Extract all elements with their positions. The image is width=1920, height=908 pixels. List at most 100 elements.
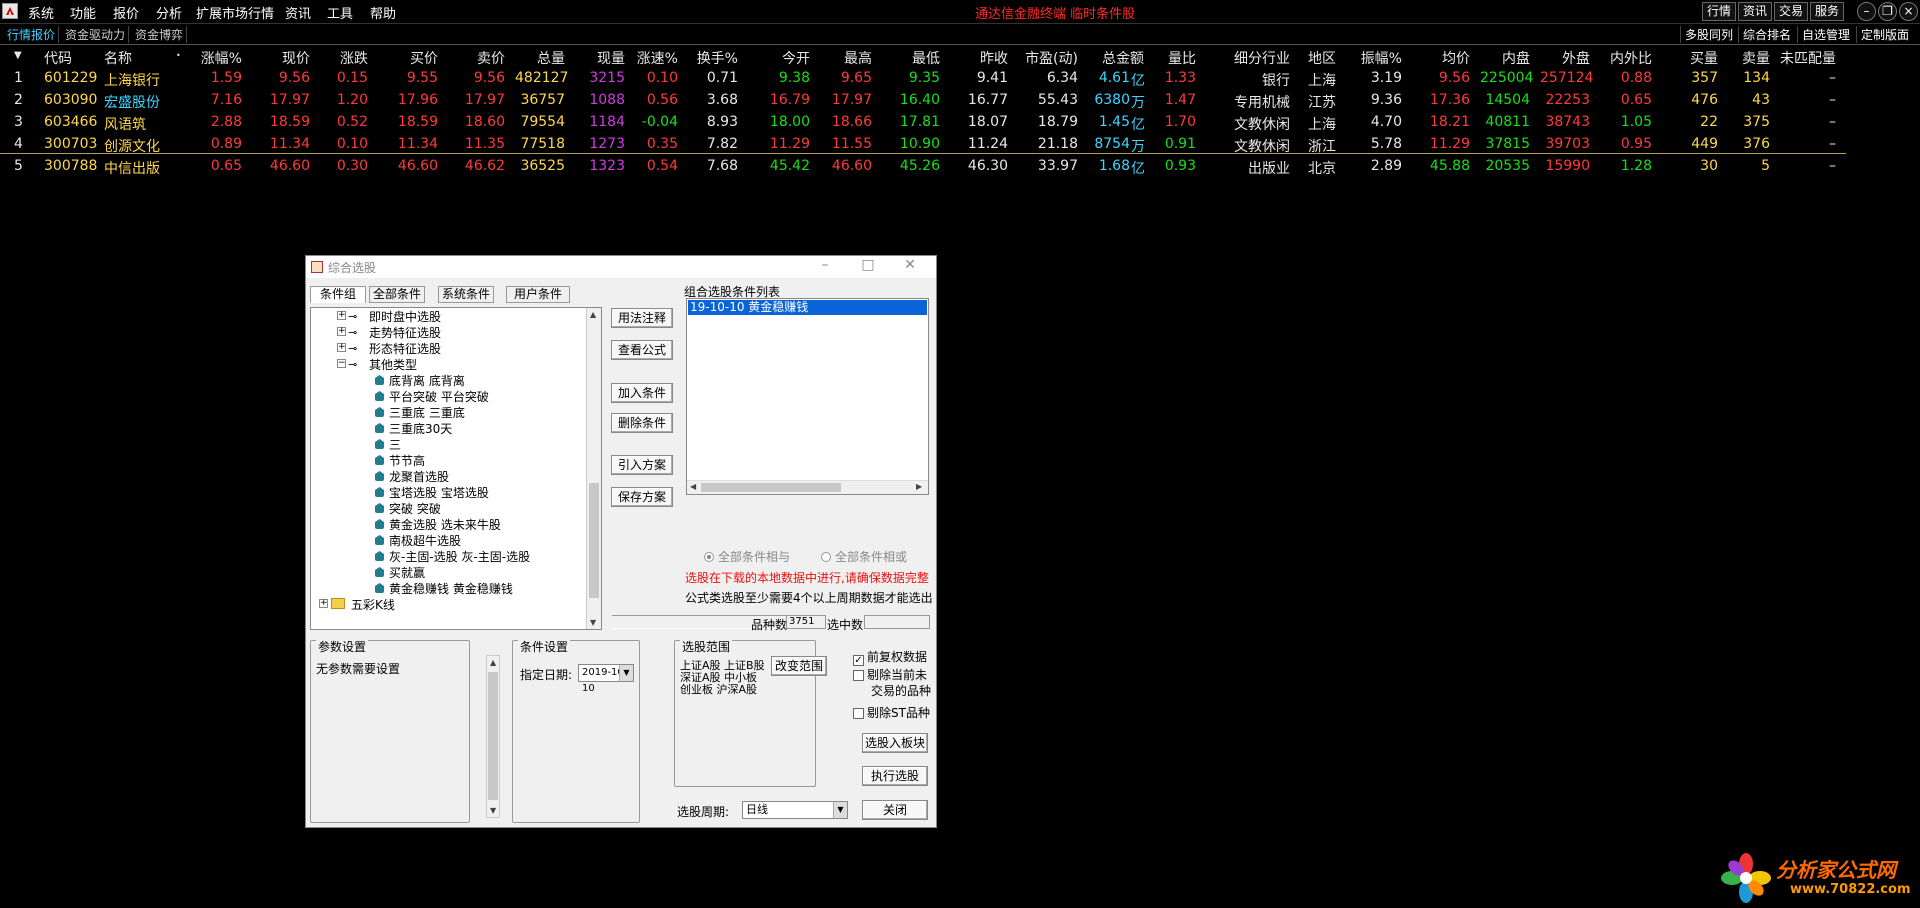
col-header[interactable]: 市盈(动) xyxy=(1010,48,1078,68)
col-header[interactable]: 代码 xyxy=(44,48,72,68)
col-header[interactable]: 总金额 xyxy=(1088,48,1144,68)
tab-watchlist[interactable]: 自选管理 xyxy=(1797,26,1854,43)
menu-quote[interactable]: 报价 xyxy=(113,3,139,22)
exclude-untraded-checkbox[interactable]: 剔除当前未 xyxy=(853,669,927,682)
scroll-down-icon[interactable]: ▼ xyxy=(490,806,496,815)
col-header[interactable]: 内盘 xyxy=(1480,48,1530,68)
tree-group[interactable]: + ⊸ 即时盘中选股 xyxy=(311,308,585,324)
scroll-right-icon[interactable]: ▶ xyxy=(916,482,922,491)
col-header[interactable]: 未匹配量 xyxy=(1780,48,1836,68)
col-header[interactable]: 昨收 xyxy=(958,48,1008,68)
col-header[interactable]: 涨速% xyxy=(620,48,678,68)
service-button[interactable]: 服务 xyxy=(1810,2,1844,21)
tab-custom-layout[interactable]: 定制版面 xyxy=(1856,26,1913,43)
scroll-thumb[interactable] xyxy=(589,483,599,598)
tab-capital-game[interactable]: 资金博弈 xyxy=(132,26,188,43)
table-row[interactable]: 2 603090 宏盛股份 7.16 17.97 1.20 17.96 17.97 36757 1… xyxy=(0,89,1846,111)
tree-leaf[interactable]: 宝塔选股 宝塔选股 xyxy=(311,484,585,500)
trade-button[interactable]: 交易 xyxy=(1774,2,1808,21)
tree-leaf[interactable]: 三重底30天 xyxy=(311,420,585,436)
expand-icon[interactable]: + xyxy=(337,343,346,352)
prefq-checkbox[interactable]: ✓ 前复权数据 xyxy=(853,648,927,666)
collapse-icon[interactable]: − xyxy=(337,359,346,368)
expand-icon[interactable]: + xyxy=(337,327,346,336)
col-header[interactable]: 今开 xyxy=(760,48,810,68)
tree-leaf[interactable]: 龙聚首选股 xyxy=(311,468,585,484)
table-row[interactable]: 3 603466 风语筑 2.88 18.59 0.52 18.59 18.60 79554 11… xyxy=(0,111,1846,133)
dialog-titlebar[interactable]: 综合选股 – □ ✕ xyxy=(306,256,936,278)
tree-group[interactable]: + ⊸ 形态特征选股 xyxy=(311,340,585,356)
chevron-down-icon[interactable]: ▼ xyxy=(833,802,847,818)
tree-leaf[interactable]: 三 xyxy=(311,436,585,452)
col-header[interactable]: 最高 xyxy=(822,48,872,68)
col-header[interactable]: 外盘 xyxy=(1540,48,1590,68)
col-header[interactable]: 最低 xyxy=(890,48,940,68)
col-header[interactable]: 现量 xyxy=(575,48,625,68)
usage-notes-button[interactable]: 用法注释 xyxy=(611,308,673,328)
exclude-st-checkbox[interactable]: 剔除ST品种 xyxy=(853,704,930,721)
delete-condition-button[interactable]: 删除条件 xyxy=(611,413,673,433)
col-header[interactable]: 均价 xyxy=(1420,48,1470,68)
expand-icon[interactable]: + xyxy=(319,599,328,608)
col-header[interactable]: 振幅% xyxy=(1350,48,1402,68)
col-header[interactable]: 地区 xyxy=(1308,48,1336,68)
scroll-thumb[interactable] xyxy=(488,672,498,800)
menu-function[interactable]: 功能 xyxy=(70,3,96,22)
change-range-button[interactable]: 改变范围 xyxy=(771,656,827,676)
scroll-up-icon[interactable]: ▲ xyxy=(490,658,496,667)
col-header[interactable]: 买价 xyxy=(388,48,438,68)
scroll-down-icon[interactable]: ▼ xyxy=(590,618,596,627)
tab-multi-stock[interactable]: 多股同列 xyxy=(1680,26,1737,43)
param-scrollbar[interactable]: ▲ ▼ xyxy=(486,655,500,818)
execute-screen-button[interactable]: 执行选股 xyxy=(862,766,928,786)
maximize-icon[interactable]: □ xyxy=(858,257,878,277)
menu-help[interactable]: 帮助 xyxy=(370,3,396,22)
minimize-icon[interactable]: – xyxy=(815,257,835,277)
table-row[interactable]: 4 300703 创源文化 0.89 11.34 0.10 11.34 11.35 77518 1… xyxy=(0,133,1846,155)
chevron-down-icon[interactable]: ▼ xyxy=(619,665,633,681)
combo-hscrollbar[interactable]: ◀ ▶ xyxy=(687,480,928,494)
tree-group[interactable]: + 五彩K线 xyxy=(311,596,585,612)
col-header[interactable]: 卖价 xyxy=(455,48,505,68)
col-header[interactable]: 换手% xyxy=(680,48,738,68)
tree-leaf[interactable]: 节节高 xyxy=(311,452,585,468)
tab-quote[interactable]: 行情报价 xyxy=(4,26,60,43)
col-header[interactable]: 细分行业 xyxy=(1214,48,1290,68)
menu-system[interactable]: 系统 xyxy=(28,3,54,22)
tab-all-conditions[interactable]: 全部条件 xyxy=(369,286,425,303)
combo-list-item[interactable]: 19-10-10 黄金稳赚钱 xyxy=(688,300,927,315)
col-header[interactable]: 名称 xyxy=(104,48,132,68)
scroll-thumb[interactable] xyxy=(701,483,841,492)
tab-condition-group[interactable]: 条件组 xyxy=(310,286,366,303)
combo-condition-list[interactable]: 19-10-10 黄金稳赚钱 ◀ ▶ xyxy=(686,298,929,495)
tree-leaf[interactable]: 黄金稳赚钱 黄金稳赚钱 xyxy=(311,580,585,596)
scroll-up-icon[interactable]: ▲ xyxy=(590,310,596,319)
tree-scrollbar[interactable]: ▲ ▼ xyxy=(586,308,601,629)
sort-arrow-icon[interactable]: ▼ xyxy=(14,50,22,61)
col-header[interactable]: 量比 xyxy=(1148,48,1196,68)
tree-leaf[interactable]: 平台突破 平台突破 xyxy=(311,388,585,404)
quote-button[interactable]: 行情 xyxy=(1702,2,1736,21)
table-row[interactable]: 5 300788 中信出版 0.65 46.60 0.30 46.60 46.62 36525 1… xyxy=(0,155,1846,177)
col-header[interactable]: 卖量 xyxy=(1720,48,1770,68)
tab-capital-drive[interactable]: 资金驱动力 xyxy=(62,26,130,43)
menu-extended-market[interactable]: 扩展市场行情 xyxy=(196,3,274,22)
close-icon[interactable]: ✕ xyxy=(900,257,920,277)
radio-or[interactable]: 全部条件相或 xyxy=(821,548,907,565)
tab-system-conditions[interactable]: 系统条件 xyxy=(438,286,494,303)
col-header[interactable]: 内外比 xyxy=(1598,48,1652,68)
restore-icon[interactable]: ❐ xyxy=(1878,2,1897,21)
tree-leaf[interactable]: 买就赢 xyxy=(311,564,585,580)
tree-leaf[interactable]: 南极超牛选股 xyxy=(311,532,585,548)
view-formula-button[interactable]: 查看公式 xyxy=(611,340,673,360)
menu-tools[interactable]: 工具 xyxy=(327,3,353,22)
tree-group[interactable]: − ⊸ 其他类型 xyxy=(311,356,585,372)
menu-analysis[interactable]: 分析 xyxy=(156,3,182,22)
col-header[interactable]: 现价 xyxy=(260,48,310,68)
scroll-left-icon[interactable]: ◀ xyxy=(690,482,696,491)
tab-ranking[interactable]: 综合排名 xyxy=(1738,26,1795,43)
period-select[interactable]: 日线 ▼ xyxy=(742,801,848,819)
tree-leaf[interactable]: 三重底 三重底 xyxy=(311,404,585,420)
tree-leaf[interactable]: 突破 突破 xyxy=(311,500,585,516)
col-header[interactable]: 涨跌 xyxy=(318,48,368,68)
